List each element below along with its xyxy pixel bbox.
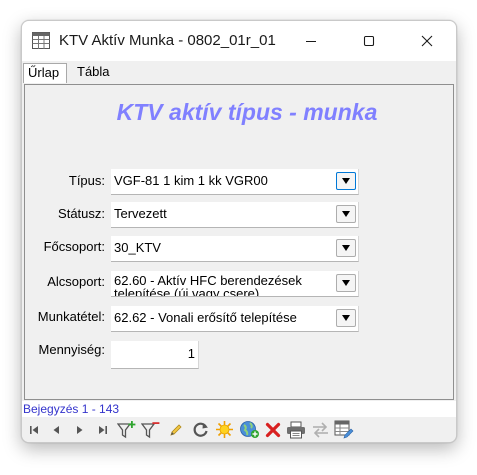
window-title: KTV Aktív Munka - 0802_01r_01	[59, 32, 276, 49]
alcsoport-select[interactable]: 62.60 - Aktív HFC berendezések telepítés…	[111, 271, 359, 297]
record-counter: Bejegyzés 1 - 143	[23, 402, 120, 416]
last-record-icon	[99, 425, 107, 434]
minimize-button[interactable]	[282, 21, 340, 61]
delete-button[interactable]	[263, 420, 283, 439]
tipus-select[interactable]: VGF-81 1 kim 1 kk VGR00	[111, 169, 359, 195]
statusz-label: Státusz:	[58, 206, 105, 221]
mennyiseg-input[interactable]: 1	[111, 341, 199, 369]
munkatetel-select[interactable]: 62.62 - Vonali erősítő telepítése	[111, 306, 359, 332]
tipus-dropdown-button[interactable]	[336, 172, 356, 190]
alcsoport-value: 62.60 - Aktív HFC berendezések telepítés…	[114, 273, 302, 297]
previous-record-button[interactable]	[47, 420, 65, 439]
navigation-toolbar	[22, 417, 456, 442]
new-record-button[interactable]	[213, 420, 235, 439]
statusz-dropdown-button[interactable]	[336, 205, 356, 223]
mennyiseg-value: 1	[187, 346, 195, 361]
table-edit-button[interactable]	[333, 420, 355, 439]
edit-button[interactable]	[167, 420, 185, 439]
focsoport-label: Főcsoport:	[43, 239, 105, 254]
chevron-down-icon	[342, 245, 350, 251]
form-heading: KTV aktív típus - munka	[116, 99, 378, 125]
focsoport-dropdown-button[interactable]	[336, 239, 356, 257]
remove-filter-icon	[141, 422, 160, 439]
mennyiseg-label: Mennyiség:	[38, 342, 105, 357]
statusz-value: Tervezett	[114, 206, 167, 221]
tab-form[interactable]: Űrlap	[23, 63, 67, 83]
form-panel: KTV aktív típus - munka Típus: VGF-81 1 …	[24, 84, 454, 400]
minimize-icon	[306, 41, 316, 42]
first-record-button[interactable]	[25, 420, 43, 439]
remove-filter-button[interactable]	[140, 420, 162, 439]
chevron-down-icon	[342, 211, 350, 217]
tipus-value: VGF-81 1 kim 1 kk VGR00	[114, 173, 268, 188]
print-icon	[287, 421, 305, 438]
web-button[interactable]	[237, 420, 261, 439]
maximize-button[interactable]	[340, 21, 398, 61]
print-button[interactable]	[285, 420, 307, 439]
delete-icon	[265, 422, 281, 437]
new-record-icon	[215, 421, 233, 438]
close-icon	[421, 35, 433, 47]
alcsoport-dropdown-button[interactable]	[336, 274, 356, 292]
next-record-button[interactable]	[71, 420, 89, 439]
refresh-icon	[193, 422, 208, 437]
chevron-down-icon	[342, 280, 350, 286]
previous-record-icon	[53, 425, 59, 434]
refresh-button[interactable]	[189, 420, 211, 439]
munkatetel-dropdown-button[interactable]	[336, 309, 356, 327]
close-button[interactable]	[398, 21, 456, 61]
add-filter-button[interactable]	[116, 420, 138, 439]
edit-pencil-icon	[170, 423, 182, 436]
add-filter-icon	[117, 421, 136, 439]
maximize-icon	[363, 35, 375, 47]
transfer-icon	[312, 421, 328, 438]
statusz-select[interactable]: Tervezett	[111, 202, 359, 228]
tab-table[interactable]: Tábla	[73, 63, 118, 83]
chevron-down-icon	[342, 178, 350, 184]
table-edit-icon	[334, 420, 354, 439]
chevron-down-icon	[342, 315, 350, 321]
focsoport-select[interactable]: 30_KTV	[111, 236, 359, 262]
munkatetel-value: 62.62 - Vonali erősítő telepítése	[114, 310, 297, 325]
first-record-icon	[30, 425, 38, 434]
munkatetel-label: Munkatétel:	[37, 309, 105, 324]
focsoport-value: 30_KTV	[114, 240, 161, 255]
alcsoport-label: Alcsoport:	[47, 274, 105, 289]
next-record-icon	[77, 425, 83, 434]
tipus-label: Típus:	[68, 173, 105, 188]
last-record-button[interactable]	[94, 420, 112, 439]
web-globe-icon	[239, 421, 259, 438]
transfer-button[interactable]	[309, 420, 331, 439]
status-bar: Bejegyzés 1 - 143	[22, 401, 456, 417]
tab-strip: Űrlap Tábla	[22, 61, 456, 83]
title-bar[interactable]: KTV Aktív Munka - 0802_01r_01	[22, 21, 456, 61]
app-table-icon	[32, 32, 50, 49]
app-window: KTV Aktív Munka - 0802_01r_01 Űrlap Tábl…	[21, 20, 457, 443]
